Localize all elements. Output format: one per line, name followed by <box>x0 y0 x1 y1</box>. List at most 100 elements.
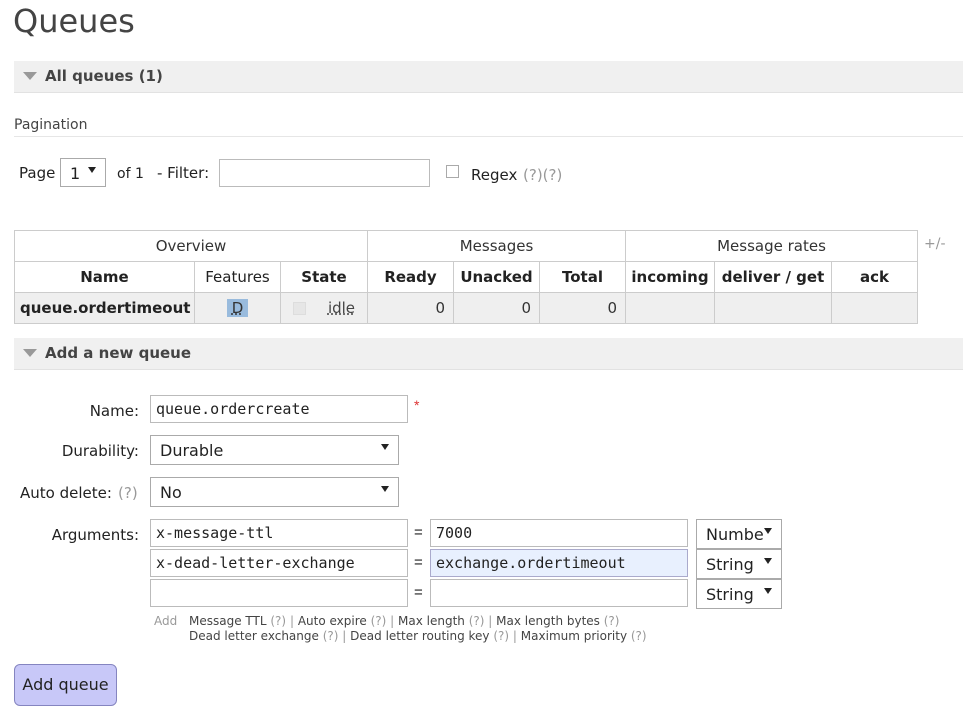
durable-feature-badge: D <box>226 299 249 317</box>
state-indicator-icon <box>292 302 306 315</box>
separator: | <box>342 629 347 643</box>
help-link[interactable]: (?) <box>371 614 387 628</box>
unacked-value: 0 <box>453 292 540 324</box>
shortcuts-line-2: Dead letter exchange (?) | Dead letter r… <box>189 629 647 644</box>
argument-value-input[interactable]: 7000 <box>430 519 688 547</box>
table-row[interactable]: queue.ordertimeout D idle 0 0 0 <box>14 292 918 324</box>
group-messages: Messages <box>367 230 626 262</box>
argument-equals: = <box>414 524 423 541</box>
state-cell: idle <box>280 292 368 324</box>
help-link[interactable]: (?) <box>270 614 286 628</box>
help-link[interactable]: (?) <box>493 629 509 643</box>
add-shortcut-label: Add <box>154 614 178 628</box>
page-select[interactable]: 1 <box>60 158 106 187</box>
filter-input[interactable] <box>219 159 430 187</box>
durability-label: Durability: <box>61 442 139 460</box>
regex-checkbox[interactable] <box>446 165 459 178</box>
regex-label: Regex <box>471 166 518 184</box>
col-state[interactable]: State <box>280 261 368 293</box>
shortcut-max-length-link[interactable]: Max length <box>398 614 465 628</box>
argument-type-value: String <box>706 585 754 604</box>
col-ready[interactable]: Ready <box>367 261 454 293</box>
argument-shortcuts: Message TTL (?) | Auto expire (?) | Max … <box>189 614 647 644</box>
group-message-rates: Message rates <box>625 230 918 262</box>
auto-delete-label: Auto delete: <box>20 484 112 502</box>
required-mark: * <box>414 397 420 413</box>
table-group-header-row: Overview Messages Message rates <box>14 230 918 262</box>
durability-select[interactable]: Durable <box>150 435 399 465</box>
shortcut-max-length-bytes-link[interactable]: Max length bytes <box>496 614 600 628</box>
col-name[interactable]: Name <box>14 261 195 293</box>
auto-delete-help-link[interactable]: (?) <box>118 484 138 502</box>
column-toggle-link[interactable]: +/- <box>924 236 946 252</box>
pagination-divider <box>14 136 963 137</box>
chevron-down-icon <box>381 486 389 492</box>
argument-value-input[interactable] <box>430 579 688 607</box>
queues-table: Overview Messages Message rates Name Fea… <box>14 230 918 324</box>
add-queue-label: Add a new queue <box>45 344 192 362</box>
queue-name-link[interactable]: queue.ordertimeout <box>14 292 195 324</box>
auto-delete-select[interactable]: No <box>150 477 399 507</box>
name-label: Name: <box>89 402 139 420</box>
pagination-label: Pagination <box>14 117 88 133</box>
help-link[interactable]: (?) <box>631 629 647 643</box>
argument-value-input[interactable]: exchange.ordertimeout <box>430 549 688 577</box>
argument-key-input[interactable] <box>150 579 408 607</box>
all-queues-label: All queues (1) <box>45 67 163 85</box>
shortcut-message-ttl-link[interactable]: Message TTL <box>189 614 267 628</box>
argument-type-value: Numbe <box>706 525 764 544</box>
shortcut-auto-expire-link[interactable]: Auto expire <box>298 614 367 628</box>
col-incoming[interactable]: incoming <box>625 261 715 293</box>
state-value: idle <box>327 299 356 317</box>
page-select-value: 1 <box>70 164 81 183</box>
deliver-get-value <box>714 292 832 324</box>
regex-help-link[interactable]: (?)(?) <box>523 166 562 184</box>
chevron-down-icon <box>764 588 772 594</box>
separator: | <box>390 614 395 628</box>
argument-type-value: String <box>706 555 754 574</box>
page-of-label: of 1 <box>117 166 144 182</box>
col-unacked[interactable]: Unacked <box>453 261 540 293</box>
argument-key-input[interactable]: x-dead-letter-exchange <box>150 549 408 577</box>
col-ack[interactable]: ack <box>831 261 918 293</box>
argument-type-select[interactable]: Numbe <box>696 519 782 549</box>
separator: | <box>488 614 493 628</box>
incoming-value <box>625 292 715 324</box>
argument-type-select[interactable]: String <box>696 579 782 609</box>
help-link[interactable]: (?) <box>469 614 485 628</box>
features-cell: D <box>194 292 281 324</box>
shortcut-maximum-priority-link[interactable]: Maximum priority <box>521 629 627 643</box>
col-total[interactable]: Total <box>539 261 626 293</box>
argument-type-select[interactable]: String <box>696 549 782 579</box>
table-column-header-row: Name Features State Ready Unacked Total … <box>14 261 918 293</box>
col-features: Features <box>194 261 281 293</box>
collapse-triangle-icon <box>23 72 37 80</box>
total-value: 0 <box>539 292 626 324</box>
arguments-label: Arguments: <box>51 526 139 544</box>
chevron-down-icon <box>764 558 772 564</box>
shortcut-dead-letter-routing-key-link[interactable]: Dead letter routing key <box>350 629 489 643</box>
col-deliver-get[interactable]: deliver / get <box>714 261 832 293</box>
ready-value: 0 <box>367 292 454 324</box>
collapse-triangle-icon <box>23 349 37 357</box>
argument-equals: = <box>414 584 423 601</box>
shortcut-dead-letter-exchange-link[interactable]: Dead letter exchange <box>189 629 319 643</box>
separator: | <box>512 629 517 643</box>
add-queue-section-header[interactable]: Add a new queue <box>14 338 963 370</box>
shortcuts-line-1: Message TTL (?) | Auto expire (?) | Max … <box>189 614 647 629</box>
chevron-down-icon <box>381 444 389 450</box>
queue-name-input[interactable]: queue.ordercreate <box>150 395 408 423</box>
help-link[interactable]: (?) <box>604 614 620 628</box>
group-overview: Overview <box>14 230 368 262</box>
ack-value <box>831 292 918 324</box>
all-queues-section-header[interactable]: All queues (1) <box>14 61 963 93</box>
argument-key-input[interactable]: x-message-ttl <box>150 519 408 547</box>
add-queue-button[interactable]: Add queue <box>14 664 117 706</box>
chevron-down-icon <box>88 167 96 173</box>
page-label: Page <box>19 164 56 182</box>
auto-delete-value: No <box>160 483 182 502</box>
help-link[interactable]: (?) <box>323 629 339 643</box>
filter-label: - Filter: <box>157 164 210 182</box>
page-title: Queues <box>13 2 135 40</box>
argument-equals: = <box>414 554 423 571</box>
